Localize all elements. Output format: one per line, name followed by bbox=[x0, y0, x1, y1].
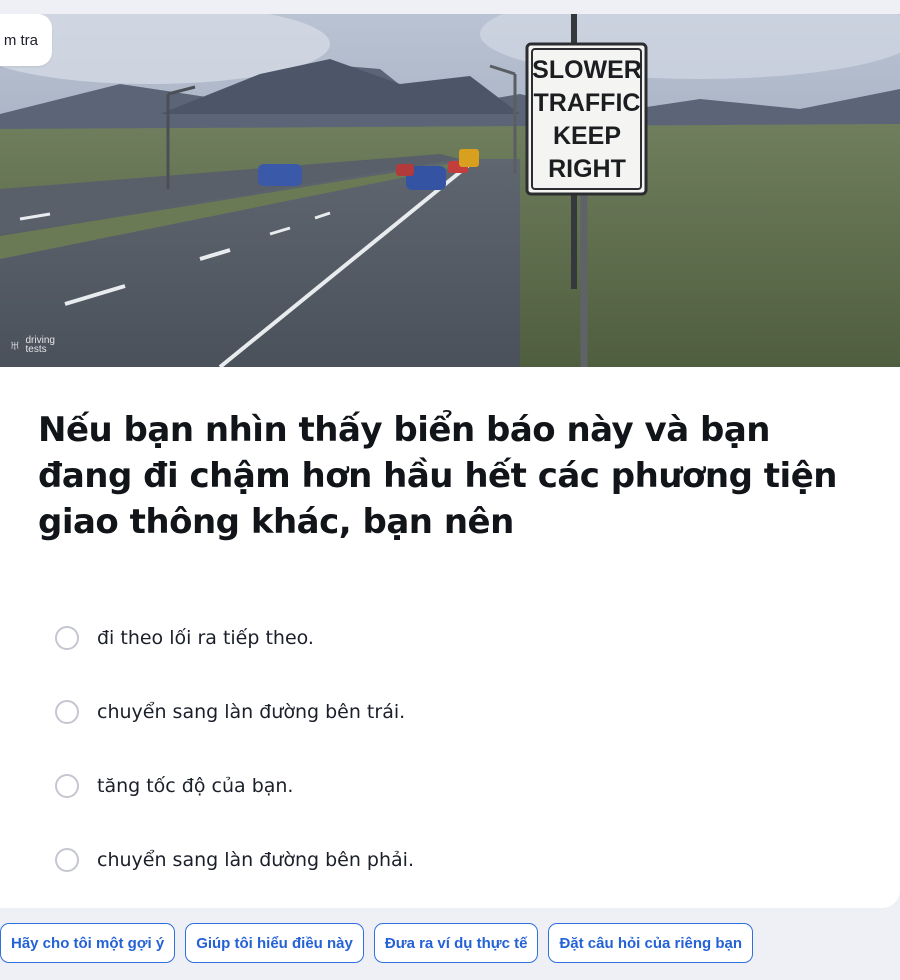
watermark-line-2: tests bbox=[25, 344, 47, 355]
answer-option-3[interactable]: tăng tốc độ của bạn. bbox=[55, 749, 855, 823]
answer-label: đi theo lối ra tiếp theo. bbox=[97, 627, 314, 649]
radio-button[interactable] bbox=[55, 774, 79, 798]
ask-own-question-button[interactable]: Đặt câu hỏi của riêng bạn bbox=[548, 923, 754, 963]
answer-label: chuyển sang làn đường bên trái. bbox=[97, 701, 406, 723]
sign-line-4: RIGHT bbox=[548, 155, 626, 183]
radio-button[interactable] bbox=[55, 626, 79, 650]
suggestion-chips: Hãy cho tôi một gợi ý Giúp tôi hiểu điều… bbox=[0, 923, 754, 965]
real-example-button[interactable]: Đưa ra ví dụ thực tế bbox=[373, 923, 539, 963]
radio-button[interactable] bbox=[55, 848, 79, 872]
question-text: Nếu bạn nhìn thấy biển báo này và bạn đa… bbox=[38, 410, 837, 542]
answer-label: chuyển sang làn đường bên phải. bbox=[97, 849, 414, 871]
hint-button[interactable]: Hãy cho tôi một gợi ý bbox=[0, 923, 176, 963]
sign-line-3: KEEP bbox=[553, 122, 621, 150]
driving-tests-logo-icon: ♅ bbox=[8, 334, 22, 355]
explain-button[interactable]: Giúp tôi hiểu điều này bbox=[185, 923, 364, 963]
sign-line-1: SLOWER bbox=[532, 56, 642, 84]
road-sign-image: SLOWER TRAFFIC KEEP RIGHT ♅ driving test… bbox=[0, 14, 900, 367]
sign-line-2: TRAFFIC bbox=[534, 89, 641, 117]
answer-option-4[interactable]: chuyển sang làn đường bên phải. bbox=[55, 823, 855, 897]
answer-option-1[interactable]: đi theo lối ra tiếp theo. bbox=[55, 601, 855, 675]
answer-option-2[interactable]: chuyển sang làn đường bên trái. bbox=[55, 675, 855, 749]
answer-options: đi theo lối ra tiếp theo. chuyển sang là… bbox=[55, 601, 855, 897]
test-tab[interactable]: m tra bbox=[0, 14, 52, 66]
question-card: SLOWER TRAFFIC KEEP RIGHT ♅ driving test… bbox=[0, 14, 900, 908]
answer-label: tăng tốc độ của bạn. bbox=[97, 775, 294, 797]
radio-button[interactable] bbox=[55, 700, 79, 724]
driving-tests-watermark: ♅ driving tests bbox=[8, 334, 55, 355]
